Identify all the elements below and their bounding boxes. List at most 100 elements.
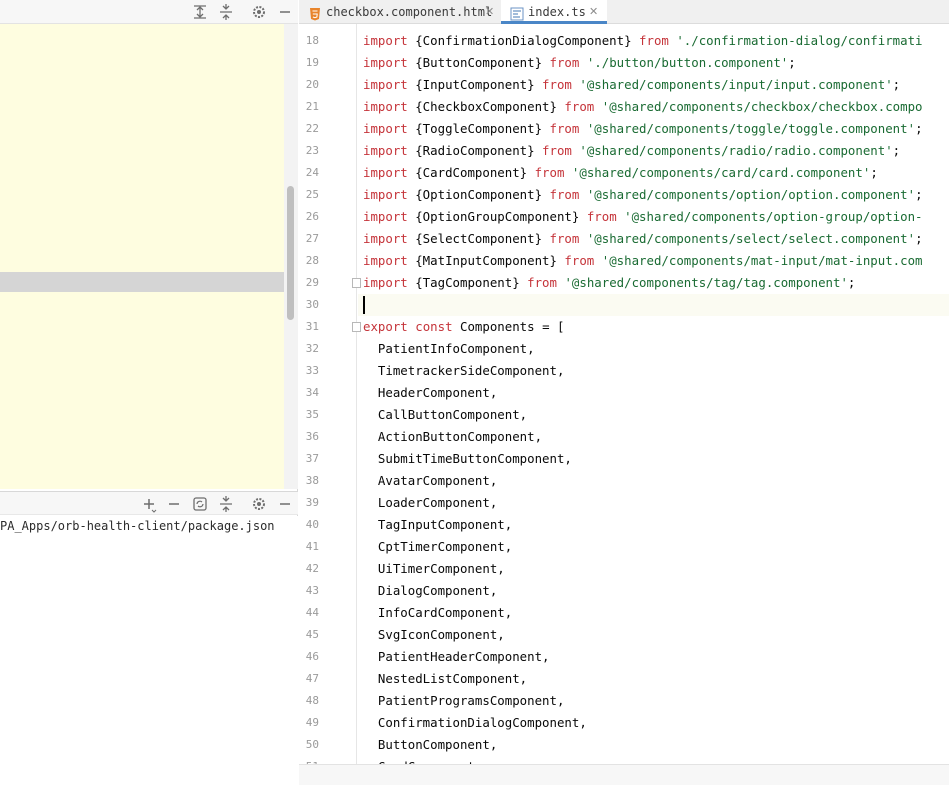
keyword-import: import (363, 121, 408, 136)
code-line-23[interactable]: 23 import {RadioComponent} from '@shared/… (299, 140, 949, 162)
code-line-50[interactable]: 50 ButtonComponent, (299, 734, 949, 756)
fold-marker-icon[interactable] (352, 322, 361, 332)
code-line-18[interactable]: 18 import {ConfirmationDialogComponent} f… (299, 30, 949, 52)
code-line-43[interactable]: 43 DialogComponent, (299, 580, 949, 602)
array-item: ButtonComponent, (363, 737, 498, 752)
code-line-31[interactable]: 31 export const Components = [ (299, 316, 949, 338)
code-line-47[interactable]: 47 NestedListComponent, (299, 668, 949, 690)
close-icon[interactable]: ✕ (589, 0, 598, 24)
import-name: {ToggleComponent} (407, 121, 550, 136)
tab-checkbox-component-html[interactable]: checkbox.component.html ✕ (299, 0, 501, 24)
keyword-import: import (363, 231, 408, 246)
import-path: '@shared/components/radio/radio.componen… (579, 143, 893, 158)
import-path: '@shared/components/mat-input/mat-input.… (601, 253, 923, 268)
code-line-25[interactable]: 25 import {OptionComponent} from '@shared… (299, 184, 949, 206)
code-line-35[interactable]: 35 CallButtonComponent, (299, 404, 949, 426)
code-line-37[interactable]: 37 SubmitTimeButtonComponent, (299, 448, 949, 470)
code-line-36[interactable]: 36 ActionButtonComponent, (299, 426, 949, 448)
line-code: DialogComponent, (363, 580, 497, 602)
line-code: import {MatInputComponent} from '@shared… (363, 250, 923, 272)
line-number: 41 (305, 540, 319, 553)
tree-scrollbar-thumb[interactable] (287, 186, 294, 320)
line-number: 20 (305, 78, 319, 91)
minimize-icon[interactable] (276, 495, 294, 513)
code-line-27[interactable]: 27 import {SelectComponent} from '@shared… (299, 228, 949, 250)
import-path: '@shared/components/option/option.compon… (586, 187, 916, 202)
code-line-51[interactable]: 51 CardComponent, (299, 756, 949, 764)
horizontal-scrollbar[interactable] (299, 764, 949, 785)
gear-icon[interactable] (250, 3, 268, 21)
fold-marker-icon[interactable] (352, 278, 361, 288)
code-line-48[interactable]: 48 PatientProgramsComponent, (299, 690, 949, 712)
tab-index-ts[interactable]: index.ts ✕ (501, 0, 607, 24)
line-code: HeaderComponent, (363, 382, 497, 404)
expand-all-icon[interactable] (191, 3, 209, 21)
code-line-29[interactable]: 29 import {TagComponent} from '@shared/co… (299, 272, 949, 294)
project-tree[interactable] (0, 24, 284, 489)
import-name: {CheckboxComponent} (407, 99, 565, 114)
code-line-46[interactable]: 46 PatientHeaderComponent, (299, 646, 949, 668)
code-line-26[interactable]: 26 import {OptionGroupComponent} from '@s… (299, 206, 949, 228)
import-path: '@shared/components/option-group/option- (624, 209, 923, 224)
line-code: AvatarComponent, (363, 470, 497, 492)
code-line-20[interactable]: 20 import {InputComponent} from '@shared/… (299, 74, 949, 96)
line-number: 29 (305, 276, 319, 289)
code-area[interactable]: 18 import {ConfirmationDialogComponent} f… (299, 24, 949, 764)
code-line-42[interactable]: 42 UiTimerComponent, (299, 558, 949, 580)
code-line-19[interactable]: 19 import {ButtonComponent} from './butto… (299, 52, 949, 74)
array-item: ConfirmationDialogComponent, (363, 715, 587, 730)
code-line-49[interactable]: 49 ConfirmationDialogComponent, (299, 712, 949, 734)
code-line-24[interactable]: 24 import {CardComponent} from '@shared/c… (299, 162, 949, 184)
line-code: ButtonComponent, (363, 734, 497, 756)
semicolon: ; (915, 187, 923, 202)
tree-selected-row[interactable] (0, 272, 284, 292)
import-name: {InputComponent} (407, 77, 543, 92)
collapse-all-icon[interactable] (217, 495, 235, 513)
code-line-22[interactable]: 22 import {ToggleComponent} from '@shared… (299, 118, 949, 140)
code-line-28[interactable]: 28 import {MatInputComponent} from '@shar… (299, 250, 949, 272)
import-name: {OptionComponent} (407, 187, 550, 202)
code-line-44[interactable]: 44 InfoCardComponent, (299, 602, 949, 624)
code-line-39[interactable]: 39 LoaderComponent, (299, 492, 949, 514)
keyword-import: import (363, 99, 408, 114)
keyword-import: import (363, 209, 408, 224)
array-item: PatientInfoComponent, (363, 341, 535, 356)
remove-icon[interactable] (165, 495, 183, 513)
tree-scrollbar[interactable] (284, 24, 298, 489)
line-code: import {ConfirmationDialogComponent} fro… (363, 30, 923, 52)
code-line-41[interactable]: 41 CptTimerComponent, (299, 536, 949, 558)
semicolon: ; (892, 77, 901, 92)
collapse-all-icon[interactable] (217, 3, 235, 21)
import-name: {MatInputComponent} (407, 253, 565, 268)
refresh-icon[interactable] (191, 495, 209, 513)
tab-label: checkbox.component.html (326, 5, 493, 19)
import-path: './confirmation-dialog/confirmati (676, 33, 923, 48)
code-line-33[interactable]: 33 TimetrackerSideComponent, (299, 360, 949, 382)
package-json-path[interactable]: PA_Apps/orb-health-client/package.json (0, 519, 275, 533)
keyword-from: from (549, 121, 580, 136)
code-line-34[interactable]: 34 HeaderComponent, (299, 382, 949, 404)
code-line-32[interactable]: 32 PatientInfoComponent, (299, 338, 949, 360)
line-number: 51 (299, 756, 319, 764)
close-icon[interactable]: ✕ (485, 0, 494, 24)
code-line-45[interactable]: 45 SvgIconComponent, (299, 624, 949, 646)
line-number: 50 (305, 738, 319, 751)
code-line-21[interactable]: 21 import {CheckboxComponent} from '@shar… (299, 96, 949, 118)
keyword-from: from (527, 275, 557, 290)
semicolon: ; (870, 165, 878, 180)
code-line-30[interactable]: 30 (299, 294, 949, 316)
code-line-40[interactable]: 40 TagInputComponent, (299, 514, 949, 536)
import-path: '@shared/components/input/input.componen… (579, 77, 893, 92)
array-item: UiTimerComponent, (363, 561, 505, 576)
line-code: UiTimerComponent, (363, 558, 505, 580)
line-code: PatientHeaderComponent, (363, 646, 550, 668)
gear-icon[interactable] (250, 495, 268, 513)
code-line-38[interactable]: 38 AvatarComponent, (299, 470, 949, 492)
minimize-icon[interactable] (276, 3, 294, 21)
line-code: NestedListComponent, (363, 668, 527, 690)
import-path: '@shared/components/tag/tag.component' (564, 275, 848, 290)
add-icon[interactable] (140, 495, 158, 513)
